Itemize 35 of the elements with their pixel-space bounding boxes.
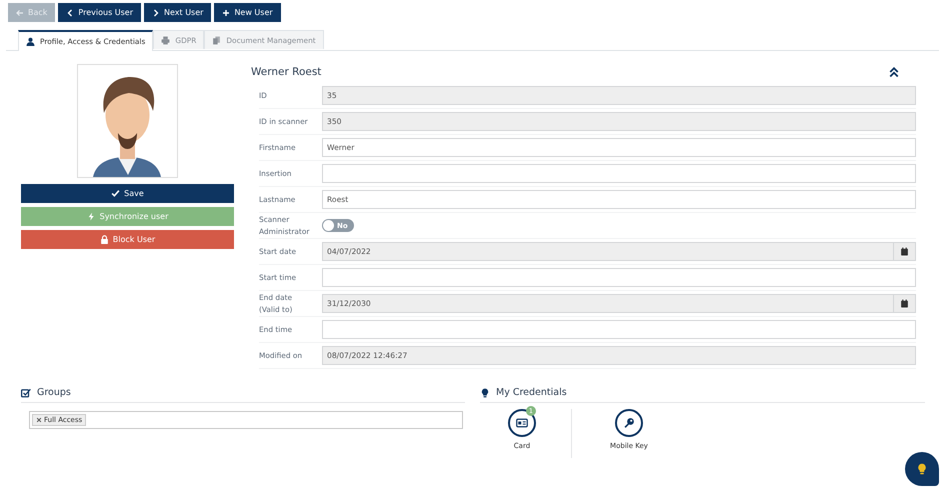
toolbar-button[interactable]: Next User — [144, 3, 212, 22]
lightbulb-icon — [916, 463, 928, 475]
double-chevron-up-icon — [888, 66, 900, 78]
documents-icon — [212, 36, 222, 44]
toolbar-button[interactable]: Previous User — [58, 3, 142, 22]
save-button[interactable]: Save — [21, 184, 234, 203]
remove-icon — [36, 417, 42, 423]
lightbulb-icon — [480, 388, 490, 398]
section-title: My Credentials — [496, 387, 567, 398]
checkbox-icon — [21, 388, 31, 398]
chevron-right-icon — [152, 8, 160, 16]
user-name: Werner Roest — [251, 66, 322, 78]
bolt-icon — [86, 212, 96, 221]
toolbar-button[interactable]: New User — [214, 3, 281, 22]
calendar-button[interactable] — [894, 242, 916, 261]
plus-icon — [222, 8, 230, 16]
user-icon — [26, 37, 35, 46]
text-field[interactable] — [322, 320, 916, 339]
block-button[interactable]: Block User — [21, 230, 234, 249]
chevron-left-icon — [66, 8, 74, 16]
help-button[interactable] — [905, 452, 939, 486]
printer-icon — [161, 36, 170, 44]
calendar-button[interactable] — [894, 294, 916, 313]
calendar-icon — [900, 299, 909, 308]
check-icon — [111, 189, 120, 198]
key-icon — [623, 417, 635, 429]
lock-icon — [100, 235, 109, 244]
arrow-left-icon — [16, 8, 24, 16]
calendar-icon — [900, 247, 909, 256]
text-field[interactable] — [322, 164, 916, 183]
text-field[interactable] — [322, 268, 916, 287]
id-card-icon — [516, 417, 528, 429]
collapse-button[interactable] — [888, 66, 900, 78]
credential-button[interactable] — [615, 409, 643, 437]
section-title: Groups — [37, 387, 71, 398]
